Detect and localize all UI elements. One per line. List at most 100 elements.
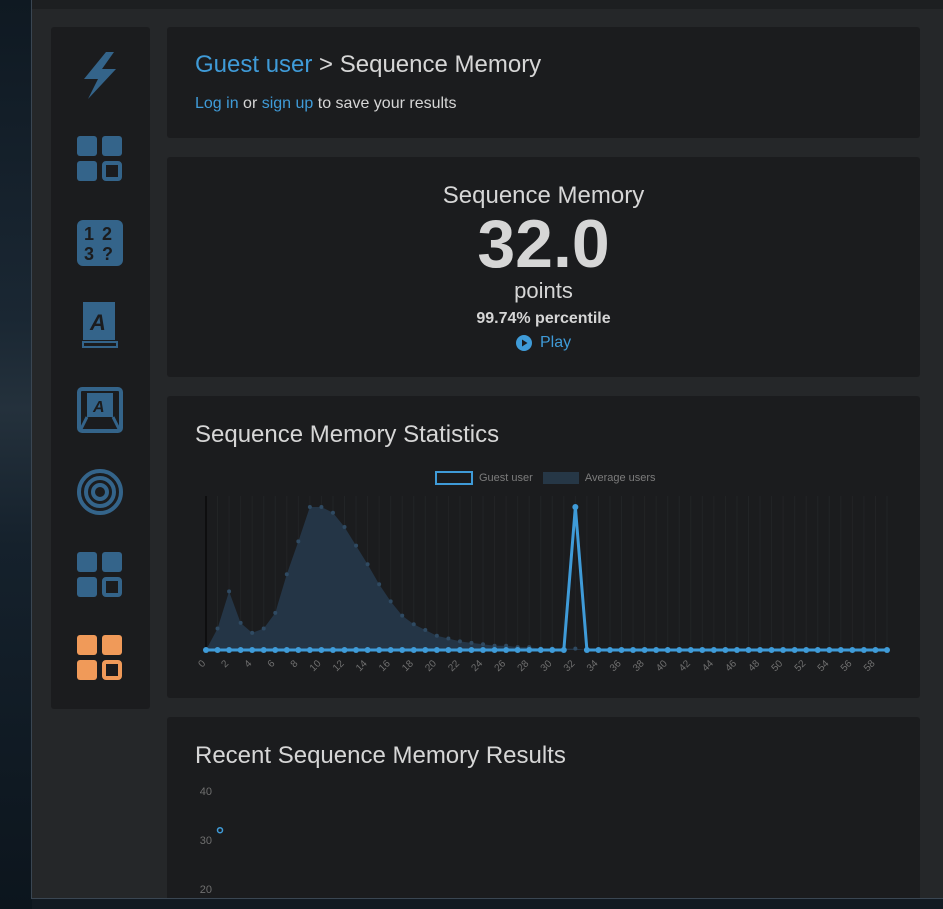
- average-users-point: [342, 525, 347, 530]
- guest-user-point: [249, 647, 256, 653]
- sidebar-item-visual-memory[interactable]: [75, 550, 125, 600]
- save-text: to save your results: [313, 95, 457, 112]
- grid-blocks-orange-icon: [77, 635, 122, 680]
- x-tick-label: 56: [839, 658, 855, 674]
- guest-user-link[interactable]: Guest user: [195, 51, 312, 78]
- sidebar-item-dashboard[interactable]: [75, 51, 125, 101]
- guest-user-point: [203, 647, 209, 653]
- x-tick-label: 46: [723, 658, 739, 674]
- sidebar: 1 2 3 ? A A: [51, 27, 150, 709]
- average-users-point: [261, 626, 266, 631]
- guest-user-point: [318, 647, 325, 653]
- guest-user-point: [630, 647, 637, 653]
- x-tick-label: 44: [700, 658, 716, 674]
- x-tick-label: 10: [308, 658, 324, 674]
- x-tick-label: 8: [289, 658, 301, 670]
- average-users-point: [423, 627, 428, 632]
- sidebar-item-verbal-memory[interactable]: A: [75, 301, 125, 351]
- svg-text:2: 2: [102, 224, 112, 244]
- x-tick-label: 0: [196, 658, 208, 670]
- guest-user-point: [526, 647, 533, 653]
- guest-user-point: [491, 647, 498, 653]
- guest-user-point: [641, 647, 648, 653]
- svg-text:A: A: [92, 399, 105, 416]
- sidebar-item-chimp-test[interactable]: [75, 134, 125, 184]
- x-tick-label: 40: [654, 658, 670, 674]
- average-users-point: [469, 640, 474, 645]
- x-tick-label: 34: [585, 658, 601, 674]
- guest-user-point: [595, 647, 602, 653]
- guest-user-point: [884, 647, 890, 653]
- guest-user-point: [445, 647, 452, 653]
- x-tick-label: 14: [354, 658, 370, 674]
- guest-user-point: [549, 647, 556, 653]
- x-tick-label: 36: [608, 658, 624, 674]
- guest-user-point: [480, 647, 487, 653]
- y-tick-label: 40: [200, 786, 212, 798]
- top-navbar: [32, 0, 943, 9]
- guest-user-point: [214, 647, 221, 653]
- typing-key-icon: A: [77, 387, 123, 433]
- average-users-point: [296, 539, 301, 544]
- breadcrumb: Guest user > Sequence Memory: [195, 51, 541, 79]
- grid-blocks-icon: [77, 136, 122, 181]
- percentile-text: 99.74% percentile: [476, 310, 611, 327]
- guest-user-point: [364, 647, 371, 653]
- login-link[interactable]: Log in: [195, 95, 239, 112]
- desktop-background: [0, 0, 32, 909]
- signup-link[interactable]: sign up: [262, 95, 314, 112]
- guest-user-point: [699, 647, 706, 653]
- guest-user-point: [387, 647, 394, 653]
- guest-user-point: [537, 647, 544, 653]
- sidebar-item-aim-trainer[interactable]: [75, 467, 125, 517]
- x-tick-label: 22: [446, 658, 462, 674]
- average-users-point: [215, 626, 220, 631]
- grid-blocks-icon: [77, 552, 122, 597]
- guest-user-point: [837, 647, 844, 653]
- score-value: 32.0: [477, 206, 610, 282]
- guest-user-point: [664, 647, 671, 653]
- guest-user-point: [353, 647, 360, 653]
- guest-user-point: [814, 647, 821, 653]
- guest-user-point: [237, 647, 244, 653]
- y-tick-label: 30: [200, 835, 212, 847]
- guest-user-point: [676, 647, 683, 653]
- x-tick-label: 24: [469, 658, 485, 674]
- result-point: [216, 826, 224, 834]
- guest-user-point: [826, 647, 833, 653]
- verbal-memory-book-icon: A: [82, 302, 118, 348]
- guest-user-point: [468, 647, 475, 653]
- x-tick-label: 54: [816, 658, 832, 674]
- average-users-point: [330, 510, 335, 515]
- average-users-point: [307, 505, 312, 509]
- x-tick-label: 18: [400, 658, 416, 674]
- sidebar-item-sequence-memory[interactable]: [75, 633, 125, 683]
- guest-user-point: [399, 647, 406, 653]
- header-card: Guest user > Sequence Memory Log in or s…: [167, 27, 920, 138]
- average-users-point: [457, 639, 462, 644]
- play-button[interactable]: Play: [516, 334, 571, 352]
- average-users-point: [365, 562, 370, 567]
- statistics-chart: 0 2 4 6 8 10 12 14 16 18 20 22 24 26 28 30 32 34 36 38 40 42 4…: [196, 496, 890, 674]
- svg-text:?: ?: [102, 244, 113, 264]
- guest-user-point: [503, 647, 510, 653]
- guest-user-point: [329, 647, 336, 653]
- guest-user-point: [226, 647, 233, 653]
- x-tick-label: 32: [562, 658, 578, 674]
- statistics-card: Sequence Memory Statistics Guest user Av…: [167, 396, 920, 698]
- guest-user-point: [514, 647, 521, 653]
- x-tick-label: 26: [493, 658, 509, 674]
- average-users-point: [400, 613, 405, 618]
- sidebar-item-typing[interactable]: A: [75, 385, 125, 435]
- guest-user-point: [745, 647, 752, 653]
- or-text: or: [238, 95, 262, 112]
- guest-user-point: [606, 647, 613, 653]
- guest-user-point: [791, 647, 798, 653]
- guest-user-point: [733, 647, 740, 653]
- average-users-point: [319, 505, 324, 509]
- x-tick-label: 20: [423, 658, 439, 674]
- sidebar-item-number-memory[interactable]: 1 2 3 ?: [75, 218, 125, 268]
- guest-user-point: [295, 647, 302, 653]
- guest-user-point: [272, 647, 279, 653]
- x-tick-label: 52: [793, 658, 809, 674]
